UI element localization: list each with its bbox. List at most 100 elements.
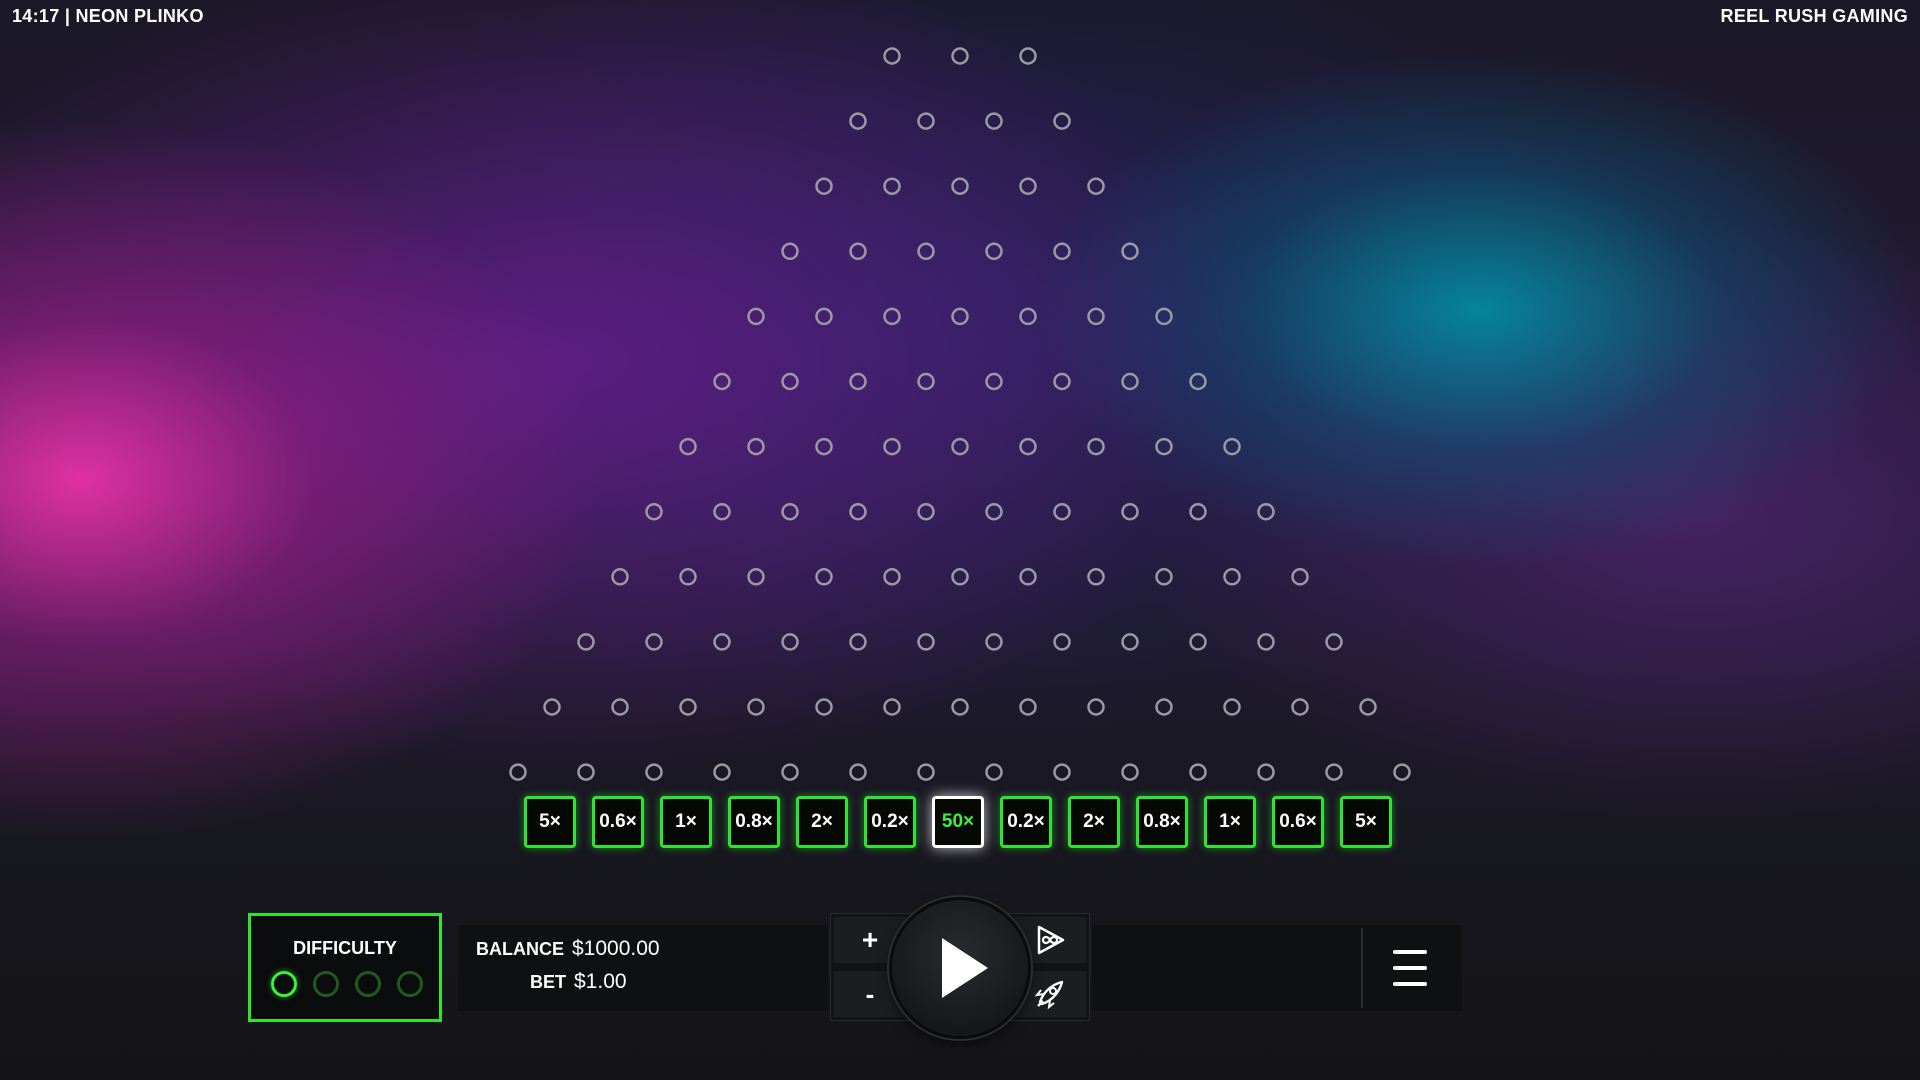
multiplier-slot: 1× <box>1204 796 1256 848</box>
peg <box>985 633 1003 651</box>
difficulty-level-4[interactable] <box>397 971 423 997</box>
peg <box>1155 307 1173 326</box>
peg <box>951 568 969 586</box>
peg <box>883 437 901 456</box>
peg <box>1223 698 1241 716</box>
peg <box>1053 242 1071 261</box>
peg <box>1053 372 1071 391</box>
peg <box>1019 698 1037 716</box>
peg <box>1053 633 1071 651</box>
multiplier-slot: 5× <box>524 796 576 848</box>
peg <box>1019 47 1037 65</box>
peg <box>883 307 901 326</box>
bet-value: $1.00 <box>574 970 627 993</box>
peg <box>951 698 969 716</box>
multiplier-slot: 1× <box>660 796 712 848</box>
peg <box>1087 177 1105 195</box>
peg <box>781 633 799 651</box>
peg <box>1223 437 1241 456</box>
peg <box>1053 112 1071 130</box>
multiplier-slot: 2× <box>796 796 848 848</box>
peg <box>849 633 867 651</box>
play-button[interactable] <box>889 897 1031 1039</box>
peg <box>713 502 731 521</box>
peg <box>849 242 867 261</box>
peg <box>577 763 595 781</box>
peg <box>1291 568 1309 586</box>
peg <box>1019 307 1037 326</box>
difficulty-level-1[interactable] <box>271 971 297 997</box>
peg <box>815 437 833 456</box>
peg <box>1155 437 1173 456</box>
peg <box>577 633 595 651</box>
peg <box>849 763 867 781</box>
peg <box>747 307 765 326</box>
peg <box>1019 568 1037 586</box>
multiplier-slot: 0.2× <box>864 796 916 848</box>
peg <box>917 242 935 261</box>
peg <box>1121 763 1139 781</box>
rocket-icon <box>1034 980 1064 1010</box>
peg <box>509 763 527 781</box>
hamburger-menu-icon <box>1393 966 1427 970</box>
peg <box>815 177 833 195</box>
peg <box>679 568 697 586</box>
difficulty-selector: DIFFICULTY <box>248 913 442 1022</box>
peg <box>713 372 731 391</box>
peg <box>1393 763 1411 781</box>
balance-row: BALANCE $1000.00 <box>476 937 660 961</box>
peg <box>1223 568 1241 586</box>
peg <box>747 698 765 716</box>
balance-value: $1000.00 <box>572 937 660 960</box>
panel-divider <box>1361 928 1363 1008</box>
bet-label: BET <box>530 972 566 992</box>
multiplier-slot: 50× <box>932 796 984 848</box>
peg <box>951 437 969 456</box>
peg <box>713 763 731 781</box>
balance-label: BALANCE <box>476 939 564 959</box>
peg <box>747 437 765 456</box>
peg <box>951 177 969 195</box>
peg <box>917 502 935 521</box>
peg <box>1155 568 1173 586</box>
peg <box>883 47 901 65</box>
peg <box>883 177 901 195</box>
infinity-play-icon <box>1037 925 1065 955</box>
multiplier-slot: 0.6× <box>1272 796 1324 848</box>
menu-button[interactable] <box>1385 946 1435 990</box>
peg <box>985 112 1003 130</box>
peg <box>1325 633 1343 651</box>
peg <box>781 763 799 781</box>
multiplier-slot: 5× <box>1340 796 1392 848</box>
peg <box>645 633 663 651</box>
peg <box>781 372 799 391</box>
difficulty-label: DIFFICULTY <box>293 938 397 958</box>
game-stage: 14:17 | NEON PLINKO REEL RUSH GAMING 5× 0… <box>0 0 1920 1080</box>
peg <box>747 568 765 586</box>
peg <box>781 502 799 521</box>
peg <box>1257 502 1275 521</box>
peg <box>849 502 867 521</box>
play-icon <box>942 938 988 998</box>
multiplier-slot: 2× <box>1068 796 1120 848</box>
peg <box>1155 698 1173 716</box>
peg <box>917 372 935 391</box>
hamburger-menu-icon <box>1393 982 1427 986</box>
peg <box>1019 437 1037 456</box>
difficulty-level-3[interactable] <box>355 971 381 997</box>
peg <box>781 242 799 261</box>
peg <box>611 568 629 586</box>
peg <box>1053 763 1071 781</box>
peg <box>917 633 935 651</box>
peg <box>1359 698 1377 716</box>
peg <box>815 568 833 586</box>
peg <box>815 698 833 716</box>
difficulty-level-2[interactable] <box>313 971 339 997</box>
peg <box>951 47 969 65</box>
peg <box>1053 502 1071 521</box>
peg <box>1087 307 1105 326</box>
peg <box>883 568 901 586</box>
peg <box>1257 763 1275 781</box>
peg <box>645 502 663 521</box>
peg <box>1189 763 1207 781</box>
